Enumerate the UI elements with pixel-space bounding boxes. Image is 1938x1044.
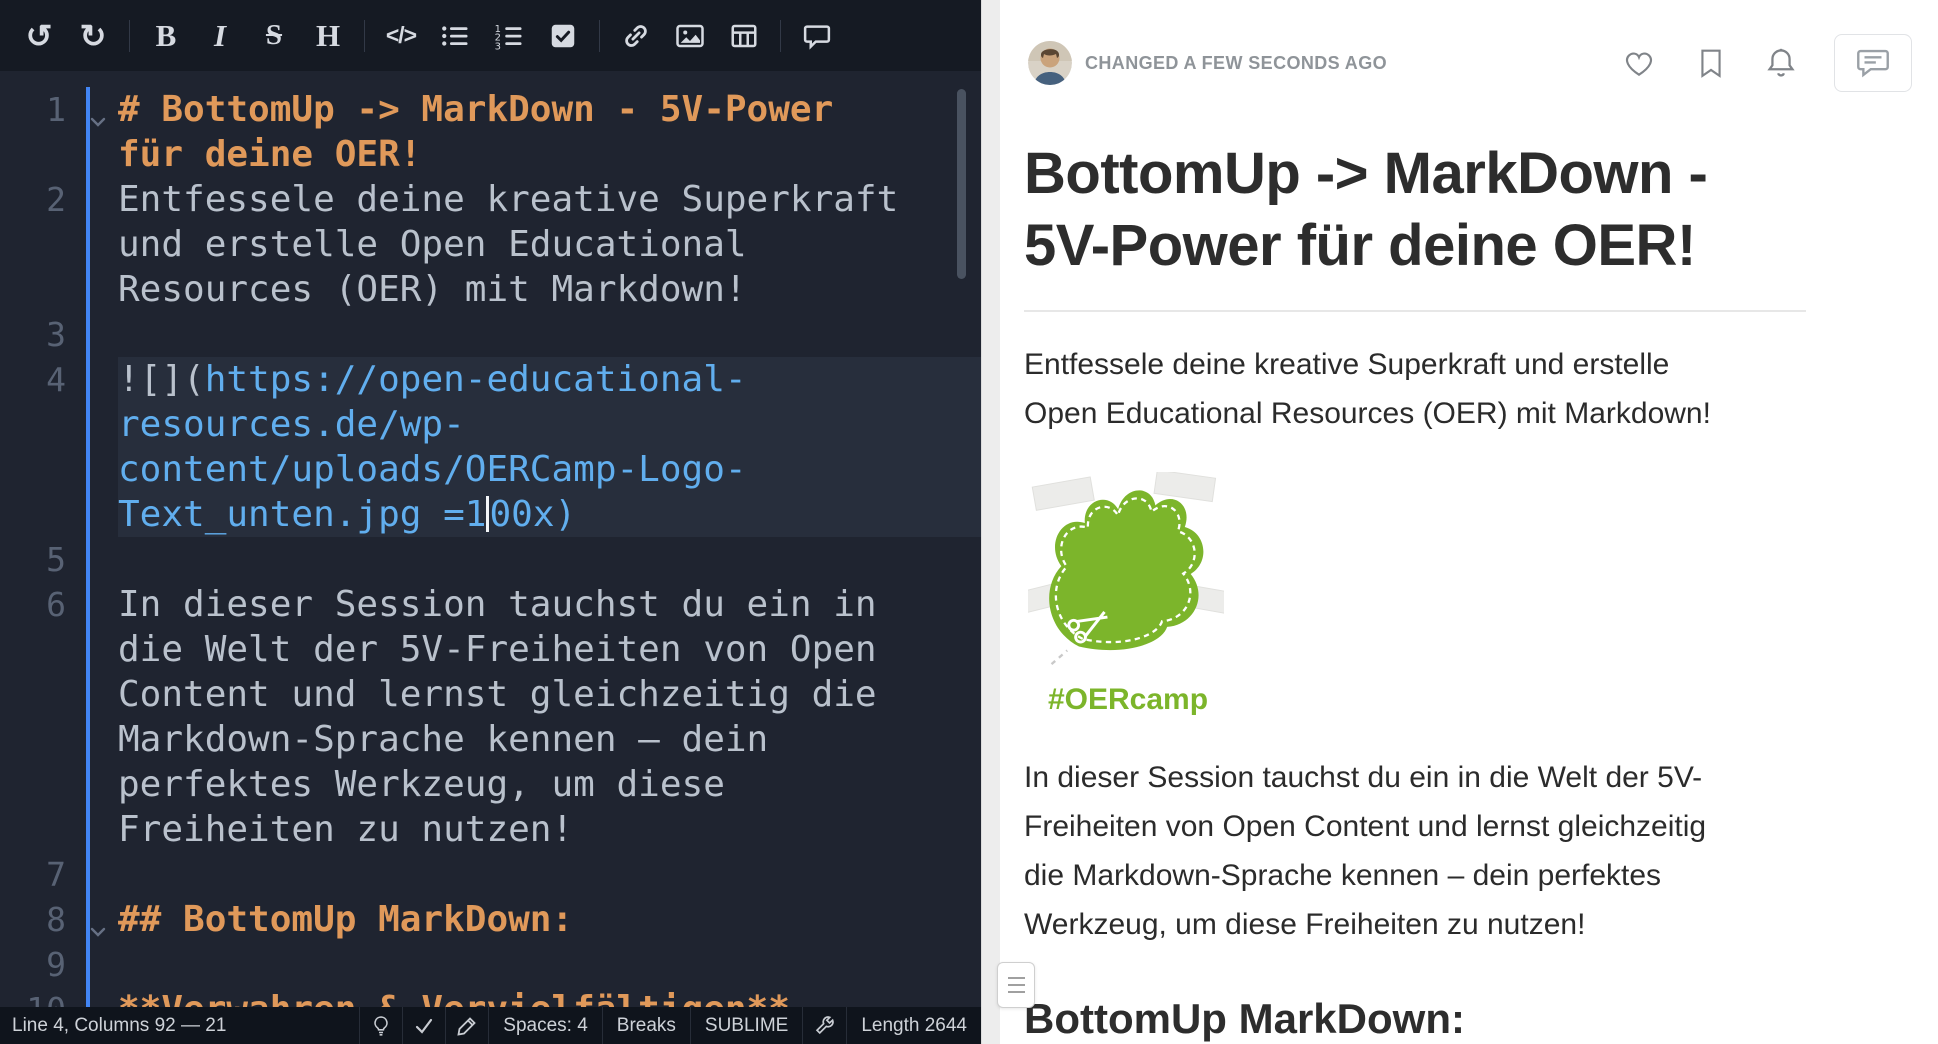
line-number: 9 (0, 942, 72, 987)
oercamp-logo-text: #OERcamp (1028, 683, 1228, 717)
line-number: 10 (0, 987, 72, 1007)
pane-resize-handle[interactable] (997, 962, 1035, 1008)
editor-line: 3 (0, 312, 981, 357)
editor-line-text[interactable]: ## BottomUp MarkDown: (118, 897, 981, 942)
editor-toolbar: ↺ ↻ B I S H </> 123 (0, 0, 981, 71)
wrench-button[interactable] (802, 1007, 846, 1044)
linebreaks-indicator[interactable]: Breaks (602, 1007, 690, 1044)
editor-line: 8 ## BottomUp MarkDown: (0, 897, 981, 942)
toolbar-separator (780, 20, 781, 52)
doc-paragraph: Entfessele deine kreative Superkraft und… (1024, 340, 1806, 438)
lightbulb-button[interactable] (359, 1007, 402, 1044)
editor-line-text[interactable] (118, 852, 981, 897)
doc-title: BottomUp -> MarkDown -5V-Power für deine… (1024, 138, 1806, 282)
heading-rule (1024, 310, 1806, 312)
editor-line-text[interactable] (118, 537, 981, 582)
link-icon (621, 21, 651, 51)
toolbar-comment-button[interactable] (790, 0, 844, 71)
bullet-list-button[interactable] (428, 0, 482, 71)
checklist-icon (548, 21, 578, 51)
image-button[interactable] (663, 0, 717, 71)
toolbar-separator (129, 20, 130, 52)
like-button[interactable] (1622, 48, 1656, 78)
doc-subheading: BottomUp MarkDown: (1024, 995, 1806, 1043)
length-indicator: Length 2644 (846, 1007, 981, 1044)
link-button[interactable] (609, 0, 663, 71)
notification-button[interactable] (1766, 47, 1796, 79)
lightbulb-icon (371, 1015, 391, 1037)
numbered-list-icon: 123 (494, 21, 524, 51)
check-icon (414, 1016, 434, 1036)
comment-bubble-icon (1856, 48, 1890, 78)
spaces-indicator[interactable]: Spaces: 4 (488, 1007, 602, 1044)
bookmark-button[interactable] (1698, 48, 1724, 78)
heading-button[interactable]: H (301, 0, 355, 71)
editor-line: 6 In dieser Session tauchst du ein in di… (0, 582, 981, 852)
avatar[interactable] (1028, 41, 1072, 85)
line-number: 4 (0, 357, 72, 537)
image-icon (675, 21, 705, 51)
line-number: 1 (0, 87, 72, 177)
bold-button[interactable]: B (139, 0, 193, 71)
line-number: 8 (0, 897, 72, 942)
fold-chevron-icon[interactable] (88, 98, 108, 143)
pane-divider (981, 0, 1000, 1044)
preview-header: CHANGED A FEW SECONDS AGO (1000, 0, 1938, 92)
bell-icon (1766, 47, 1796, 79)
editor-line: 1 # BottomUp -> MarkDown - 5V-Power für … (0, 87, 981, 177)
line-number: 3 (0, 312, 72, 357)
table-button[interactable] (717, 0, 771, 71)
line-number: 7 (0, 852, 72, 897)
editor-line: 2 Entfessele deine kreative Superkraft u… (0, 177, 981, 312)
undo-button[interactable]: ↺ (12, 0, 66, 71)
strikethrough-button[interactable]: S (247, 0, 301, 71)
comments-button[interactable] (1834, 34, 1912, 92)
line-number: 2 (0, 177, 72, 312)
rendered-document: BottomUp -> MarkDown -5V-Power für deine… (1000, 138, 1830, 1044)
check-button[interactable] (402, 1007, 445, 1044)
line-number: 5 (0, 537, 72, 582)
toolbar-separator (599, 20, 600, 52)
keymap-indicator[interactable]: SUBLIME (690, 1007, 802, 1044)
editor-scrollbar[interactable] (957, 89, 966, 279)
redo-button[interactable]: ↻ (66, 0, 120, 71)
code-editor[interactable]: 1 # BottomUp -> MarkDown - 5V-Power für … (0, 71, 981, 1007)
wrench-icon (814, 1015, 835, 1036)
changed-timestamp: CHANGED A FEW SECONDS AGO (1085, 53, 1387, 74)
editor-line: 9 (0, 942, 981, 987)
editor-line-text[interactable]: ![](https://open-educational- resources.… (118, 357, 981, 537)
heart-icon (1622, 48, 1656, 78)
editor-line-active: 4 ![](https://open-educational- resource… (0, 357, 981, 537)
bookmark-icon (1698, 48, 1724, 78)
code-button[interactable]: </> (374, 0, 428, 71)
flame-shape (1049, 490, 1203, 650)
table-icon (729, 21, 759, 51)
editor-line-text[interactable] (118, 312, 981, 357)
editor-statusbar: Line 4, Columns 92 — 21 Spaces: 4 Breaks… (0, 1007, 981, 1044)
brush-button[interactable] (445, 1007, 488, 1044)
markdown-preview-pane: CHANGED A FEW SECONDS AGO BottomUp -> Ma… (1000, 0, 1938, 1044)
svg-text:3: 3 (495, 41, 501, 51)
numbered-list-button[interactable]: 123 (482, 0, 536, 71)
italic-button[interactable]: I (193, 0, 247, 71)
markdown-editor-pane: ↺ ↻ B I S H </> 123 (0, 0, 981, 1044)
editor-line-text[interactable]: In dieser Session tauchst du ein in die … (118, 582, 981, 852)
brush-icon (457, 1016, 477, 1036)
oercamp-logo: #OERcamp (1028, 472, 1228, 717)
editor-line-text[interactable]: # BottomUp -> MarkDown - 5V-Power für de… (118, 87, 981, 177)
line-number: 6 (0, 582, 72, 852)
editor-line-text[interactable]: **Verwahren & Vervielfältigen** (118, 987, 981, 1007)
comment-icon (802, 21, 832, 51)
checklist-button[interactable] (536, 0, 590, 71)
toolbar-separator (364, 20, 365, 52)
cursor-position: Line 4, Columns 92 — 21 (0, 1007, 359, 1044)
editor-line: 10 **Verwahren & Vervielfältigen** (0, 987, 981, 1007)
editor-line-text[interactable]: Entfessele deine kreative Superkraft und… (118, 177, 981, 312)
bullet-list-icon (440, 21, 470, 51)
editor-line: 5 (0, 537, 981, 582)
doc-paragraph: In dieser Session tauchst du ein in die … (1024, 753, 1806, 949)
editor-line: 7 (0, 852, 981, 897)
editor-line-text[interactable] (118, 942, 981, 987)
